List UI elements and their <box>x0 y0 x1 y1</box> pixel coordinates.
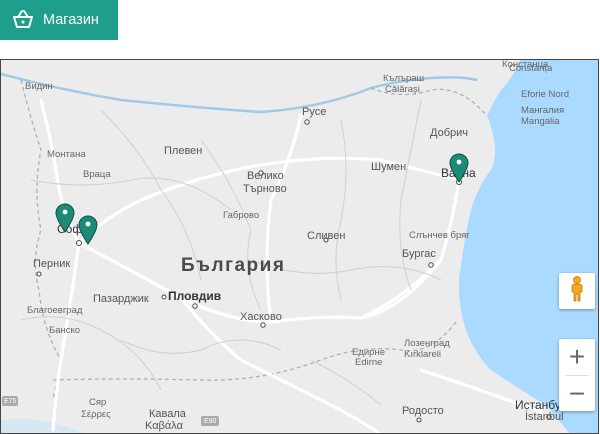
marker-sofia-2[interactable] <box>78 215 98 245</box>
city-label-vratsa: Враца <box>83 169 111 180</box>
city-label-shumen: Шумен <box>371 161 407 173</box>
city-label-pleven: Плевен <box>164 145 203 157</box>
city-label-serres: Σέρρες <box>81 409 111 420</box>
city-label-veliko-2: Търново <box>243 183 287 195</box>
road-shield-e75: E75 <box>4 398 17 405</box>
country-label: България <box>181 255 286 276</box>
city-label-kirklareli: Kırklareli <box>404 349 441 360</box>
city-label-kalarash: Кълъраш <box>383 73 425 84</box>
shop-button-label: Магазин <box>43 12 99 28</box>
city-label-pazardzhik: Пазарджик <box>93 293 149 305</box>
city-label-veliko-1: Велико <box>247 170 284 182</box>
city-label-sliven: Сливен <box>307 230 346 242</box>
city-label-calarasi: Călărași <box>385 84 420 95</box>
city-label-kirklareli-bg: Лозенград <box>404 338 450 349</box>
city-label-kavala-bg: Кавала <box>149 408 186 420</box>
shop-button[interactable]: Магазин <box>0 0 118 40</box>
city-label-haskovo: Хасково <box>240 311 282 323</box>
city-label-burgas: Бургас <box>402 248 436 260</box>
city-label-edirne: Edirne <box>355 357 383 368</box>
street-view-pegman-button[interactable] <box>559 273 595 309</box>
city-label-mangalia-bg: Мангалия <box>521 105 565 116</box>
city-label-constanta: Constanța <box>509 63 553 74</box>
city-label-rodosto: Родосто <box>402 405 444 417</box>
city-label-istanbul-lat: İstanbul <box>525 411 564 423</box>
marker-sofia-1[interactable] <box>55 203 75 233</box>
city-label-montana: Монтана <box>47 149 86 160</box>
marker-varna[interactable] <box>449 153 469 183</box>
city-label-ruse: Русе <box>302 106 327 118</box>
city-label-pernik: Перник <box>33 258 71 270</box>
map-view[interactable]: България София Перник Пловдив Варна Бург… <box>0 59 599 434</box>
pegman-icon <box>570 275 584 307</box>
city-label-gabrovo: Габрово <box>223 210 260 221</box>
city-label-bansko: Банско <box>49 325 81 336</box>
zoom-in-button[interactable]: + <box>559 339 595 375</box>
zoom-control: + − <box>559 339 595 411</box>
city-label-kavala: Καβάλα <box>145 420 183 432</box>
city-label-serres-bg: Сяр <box>89 397 107 408</box>
city-label-dobrich: Добрич <box>430 127 468 139</box>
zoom-out-button[interactable]: − <box>559 376 595 412</box>
city-label-mangalia: Mangalia <box>521 116 560 127</box>
city-label-plovdiv: Пловдив <box>168 289 222 303</box>
city-label-slanchev-bryag: Слънчев бряг <box>409 230 470 241</box>
basket-icon <box>12 9 34 31</box>
city-label-blagoevgrad: Благоевград <box>27 305 83 316</box>
city-label-eforie: Eforie Nord <box>521 89 570 100</box>
map-base <box>1 60 598 433</box>
road-shield-e90: E90 <box>204 418 217 425</box>
city-label-vidin: Видин <box>25 81 53 92</box>
